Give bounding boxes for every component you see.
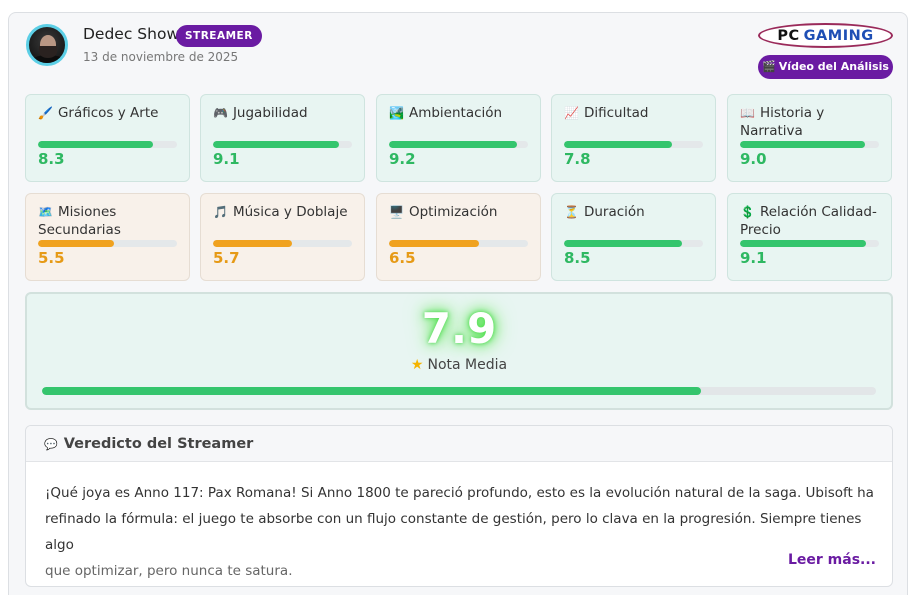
verdict-title: Veredicto del Streamer	[63, 436, 254, 452]
rating-progress-fill	[213, 240, 293, 247]
verdict-line-3: que optimizar, pero nunca te satura.	[45, 563, 293, 579]
rating-tile: 🎵 Música y Doblaje 5.7	[200, 193, 365, 281]
review-date: 13 de noviembre de 2025	[83, 50, 239, 64]
rating-progress-fill	[38, 240, 115, 247]
rating-label-text: Música y Doblaje	[232, 204, 348, 220]
rating-score: 5.5	[38, 249, 65, 267]
rating-label: 🖥️ Optimización	[389, 203, 532, 221]
rating-tile: 🏞️ Ambientación 9.2	[376, 94, 541, 182]
clapper-icon: 🎬	[762, 60, 776, 73]
rating-tile: ⏳ Duración 8.5	[551, 193, 716, 281]
rating-progress-fill	[389, 141, 517, 148]
rating-tile: 📈 Dificultad 7.8	[551, 94, 716, 182]
user-name[interactable]: Dedec Show	[83, 25, 179, 43]
rating-label: ⏳ Duración	[564, 203, 707, 221]
verdict-line-1: ¡Qué joya es Anno 117: Pax Romana! Si An…	[45, 485, 874, 501]
rating-icon: 💲	[740, 205, 755, 219]
rating-icon: 🎵	[213, 205, 228, 219]
rating-score: 5.7	[213, 249, 240, 267]
rating-icon: 🗺️	[38, 205, 53, 219]
rating-progress-fill	[564, 240, 683, 247]
rating-icon: 🖥️	[389, 205, 404, 219]
rating-progress-fill	[38, 141, 154, 148]
rating-label-text: Ambientación	[408, 105, 503, 121]
rating-score: 9.0	[740, 150, 767, 168]
average-progress-track	[42, 387, 876, 395]
streamer-badge: STREAMER	[176, 25, 262, 47]
rating-score: 8.5	[564, 249, 591, 267]
rating-progress-track	[38, 240, 177, 247]
rating-label: 🏞️ Ambientación	[389, 104, 532, 122]
review-card: Dedec Show STREAMER 13 de noviembre de 2…	[8, 12, 908, 595]
rating-label-text: Relación Calidad-Precio	[740, 204, 877, 238]
rating-tile: 📖 Historia y Narrativa 9.0	[727, 94, 892, 182]
rating-progress-track	[740, 240, 879, 247]
average-score: 7.9	[421, 304, 497, 353]
rating-label-text: Gráficos y Arte	[57, 105, 159, 121]
rating-score: 9.2	[389, 150, 416, 168]
rating-progress-track	[213, 240, 352, 247]
rating-tile: 🗺️ Misiones Secundarias 5.5	[25, 193, 190, 281]
rating-label-text: Jugabilidad	[232, 105, 308, 121]
rating-progress-track	[38, 141, 177, 148]
pc-gaming-logo[interactable]: PC GAMING	[758, 23, 893, 48]
rating-label: 📈 Dificultad	[564, 104, 707, 122]
rating-label: 🎮 Jugabilidad	[213, 104, 356, 122]
rating-score: 6.5	[389, 249, 416, 267]
rating-label: 🖌️ Gráficos y Arte	[38, 104, 181, 122]
rating-icon: ⏳	[564, 205, 579, 219]
rating-progress-fill	[740, 141, 866, 148]
verdict-line-2: refinado la fórmula: el juego te absorbe…	[45, 511, 862, 553]
rating-label-text: Duración	[583, 204, 645, 220]
rating-score: 8.3	[38, 150, 65, 168]
speech-bubble-icon: 💬	[44, 438, 58, 451]
verdict-panel: 💬 Veredicto del Streamer ¡Qué joya es Ann…	[25, 425, 893, 587]
rating-icon: 📈	[564, 106, 579, 120]
average-caption: ★ Nota Media	[27, 357, 891, 373]
logo-gaming-text: GAMING	[803, 27, 874, 44]
avatar[interactable]	[26, 24, 68, 66]
rating-score: 9.1	[213, 150, 240, 168]
rating-label-text: Dificultad	[583, 105, 649, 121]
rating-progress-fill	[213, 141, 340, 148]
verdict-header: 💬 Veredicto del Streamer	[26, 426, 892, 462]
rating-progress-track	[564, 240, 703, 247]
rating-score: 7.8	[564, 150, 591, 168]
rating-label-text: Optimización	[408, 204, 498, 220]
average-label: Nota Media	[427, 357, 508, 373]
read-more-link[interactable]: Leer más...	[788, 552, 876, 568]
video-analysis-button[interactable]: 🎬 Vídeo del Análisis	[758, 55, 893, 79]
rating-progress-fill	[740, 240, 867, 247]
rating-tile: 🖥️ Optimización 6.5	[376, 193, 541, 281]
average-progress-fill	[42, 387, 701, 395]
rating-icon: 📖	[740, 106, 755, 120]
rating-tile: 🎮 Jugabilidad 9.1	[200, 94, 365, 182]
rating-score: 9.1	[740, 249, 767, 267]
verdict-text: ¡Qué joya es Anno 117: Pax Romana! Si An…	[45, 480, 875, 584]
rating-progress-track	[389, 141, 528, 148]
logo-pc-text: PC	[777, 27, 800, 44]
rating-tile: 🖌️ Gráficos y Arte 8.3	[25, 94, 190, 182]
rating-progress-fill	[389, 240, 480, 247]
rating-label: 🗺️ Misiones Secundarias	[38, 203, 181, 239]
rating-icon: 🎮	[213, 106, 228, 120]
rating-progress-track	[564, 141, 703, 148]
rating-progress-track	[213, 141, 352, 148]
average-score-panel: 7.9 ★ Nota Media	[25, 292, 893, 410]
rating-label: 🎵 Música y Doblaje	[213, 203, 356, 221]
rating-label: 📖 Historia y Narrativa	[740, 104, 883, 140]
avatar-beard	[39, 46, 57, 58]
rating-label: 💲 Relación Calidad-Precio	[740, 203, 883, 239]
rating-icon: 🖌️	[38, 106, 53, 120]
rating-icon: 🏞️	[389, 106, 404, 120]
rating-tile: 💲 Relación Calidad-Precio 9.1	[727, 193, 892, 281]
rating-progress-track	[389, 240, 528, 247]
video-button-label: Vídeo del Análisis	[778, 60, 889, 73]
star-icon: ★	[410, 357, 424, 373]
rating-progress-fill	[564, 141, 673, 148]
rating-progress-track	[740, 141, 879, 148]
